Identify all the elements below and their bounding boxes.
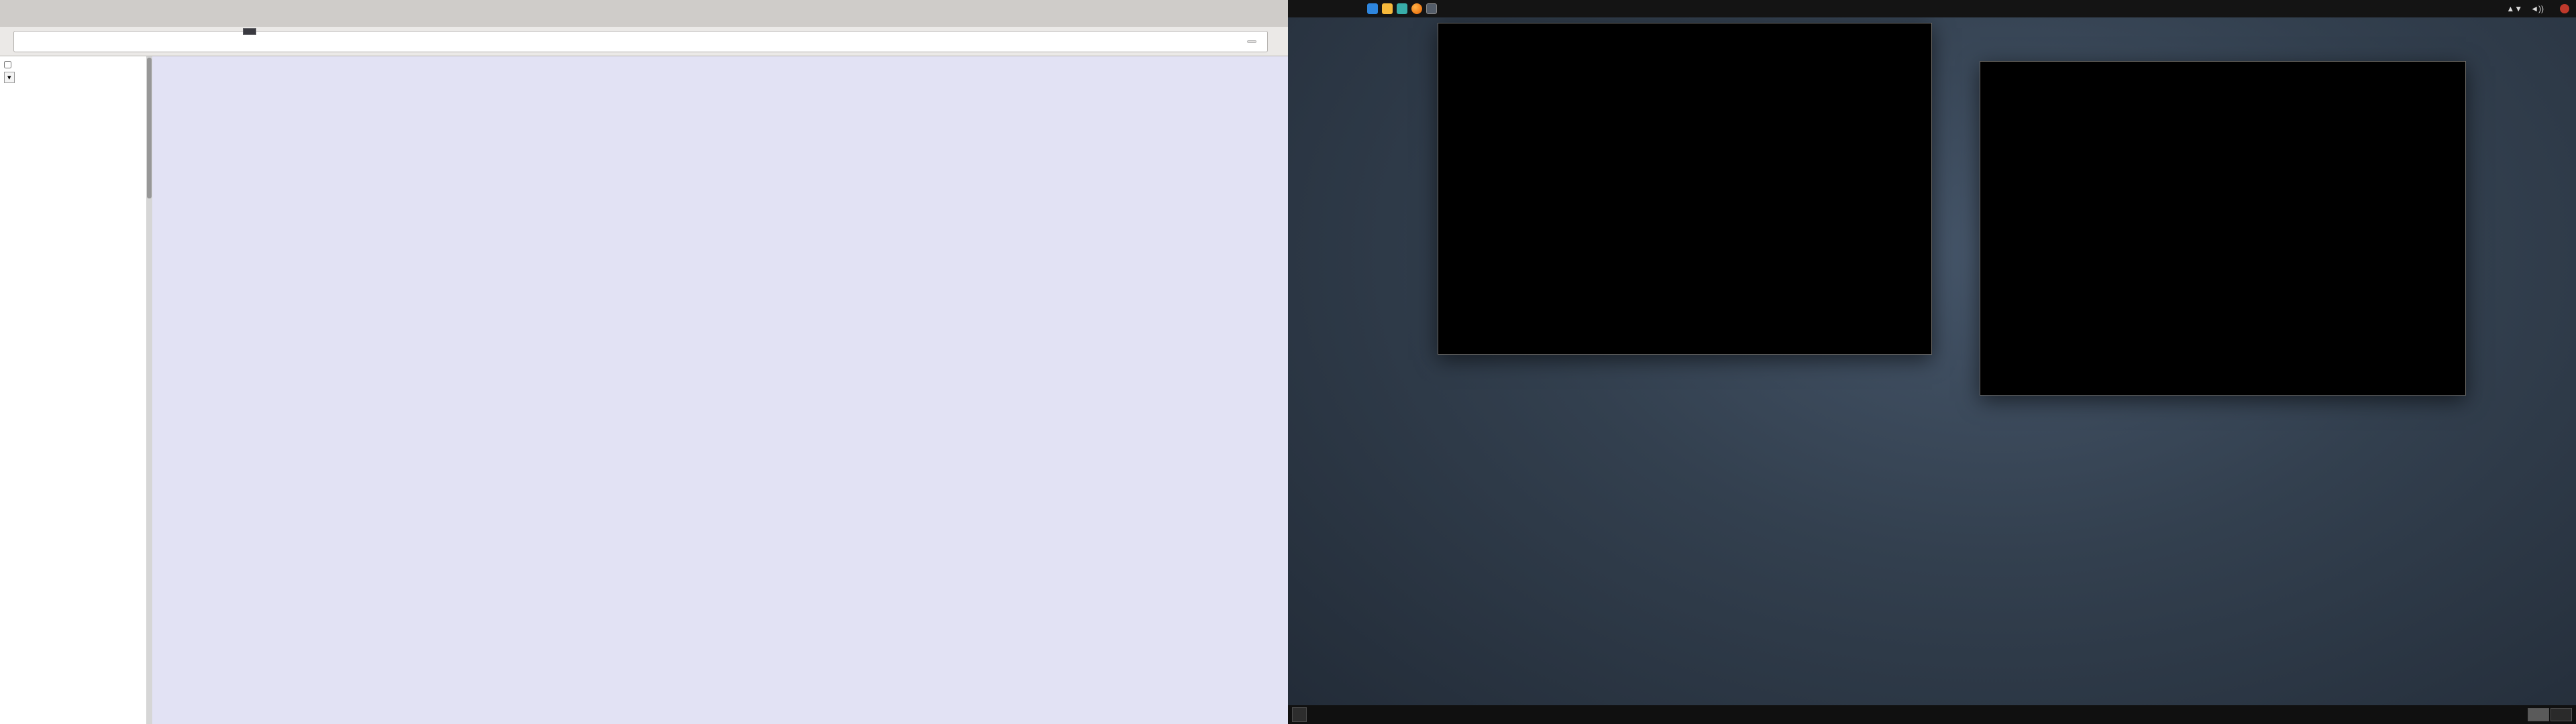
workspace-switcher bbox=[2528, 708, 2572, 721]
desktop: ▲▼ ◄)) bbox=[1288, 0, 2576, 724]
monitoring-checkbox[interactable] bbox=[4, 61, 11, 68]
root-canvas-grid bbox=[152, 56, 1288, 724]
window-controls bbox=[1229, 0, 1288, 27]
workspace-2[interactable] bbox=[2551, 708, 2572, 721]
scrollbar-thumb[interactable] bbox=[147, 58, 152, 198]
url-bar[interactable] bbox=[13, 30, 1268, 52]
terminal-window-carme-sort[interactable] bbox=[1980, 61, 2466, 396]
launcher-icons bbox=[1367, 3, 1437, 14]
workspace-1[interactable] bbox=[2528, 708, 2549, 721]
show-desktop-button[interactable] bbox=[1292, 707, 1307, 722]
layout-select[interactable]: ▾ bbox=[4, 72, 15, 83]
gnome-window-list bbox=[1288, 705, 2576, 724]
zoom-level-badge[interactable] bbox=[1247, 40, 1256, 43]
terminal-window-tapedata[interactable] bbox=[1438, 23, 1932, 355]
sidebar-scrollbar[interactable] bbox=[146, 56, 152, 724]
navigation-bar bbox=[0, 27, 1288, 56]
gnome-top-panel: ▲▼ ◄)) bbox=[1288, 0, 2576, 17]
firefox-icon[interactable] bbox=[1411, 3, 1422, 14]
power-icon[interactable] bbox=[2560, 4, 2569, 13]
browser-content: ▾ bbox=[0, 56, 1288, 724]
app-icon-teal[interactable] bbox=[1397, 3, 1407, 14]
tab-tooltip bbox=[243, 28, 256, 35]
firefox-window: ▾ bbox=[0, 0, 1288, 724]
app-icon-blue[interactable] bbox=[1367, 3, 1378, 14]
app-icon-yellow[interactable] bbox=[1382, 3, 1393, 14]
network-icon[interactable]: ▲▼ bbox=[2506, 4, 2522, 13]
volume-icon[interactable]: ◄)) bbox=[2530, 4, 2544, 13]
dual-monitor-screen: ▾ ▲▼ ◄)) bbox=[0, 0, 2576, 724]
jsroot-sidebar: ▾ bbox=[0, 56, 146, 724]
terminal-icon[interactable] bbox=[1426, 3, 1437, 14]
tab-strip bbox=[0, 0, 1288, 27]
panel-status-area: ▲▼ ◄)) bbox=[2506, 4, 2569, 13]
new-tab-button[interactable] bbox=[0, 3, 23, 27]
monitoring-row bbox=[4, 61, 145, 68]
